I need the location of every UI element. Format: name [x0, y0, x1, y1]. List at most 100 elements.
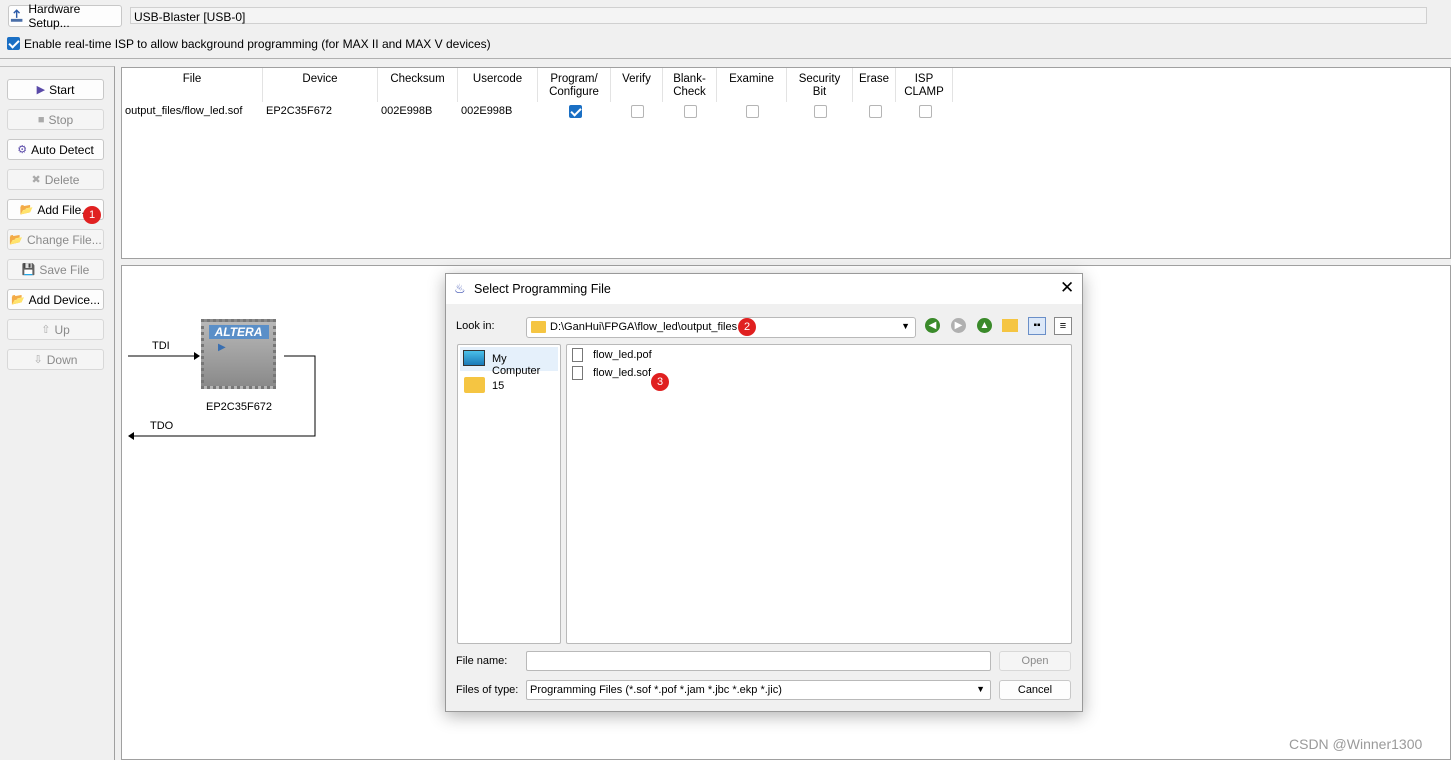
- cell-checksum: 002E998B: [381, 105, 433, 117]
- hardware-setup-label: Hardware Setup...: [28, 2, 81, 30]
- file-name-input[interactable]: [526, 651, 991, 671]
- dialog-titlebar: ♨ Select Programming File ✕: [446, 274, 1082, 304]
- file-name: flow_led.sof: [593, 367, 652, 379]
- file-icon: [572, 366, 583, 380]
- watermark: CSDN @Winner1300: [1289, 736, 1423, 752]
- save-file-icon: 💾: [21, 264, 36, 276]
- side-panel: ▶ Start ■ Stop ⚙ Auto Detect ✖ Delete 📂 Add File.…: [0, 66, 115, 760]
- tdi-label: TDI: [152, 340, 170, 352]
- hardware-icon: [10, 9, 23, 22]
- isp-checkbox-label: Enable real-time ISP to allow background…: [24, 37, 491, 51]
- button-label: Stop: [48, 112, 74, 127]
- list-view-icon[interactable]: ▪▪: [1028, 317, 1046, 335]
- file-item[interactable]: flow_led.pof: [572, 348, 672, 364]
- back-icon[interactable]: ◀: [925, 318, 940, 333]
- cell-usercode: 002E998B: [461, 105, 513, 117]
- altera-logo: ALTERA: [208, 325, 269, 339]
- tdo-label: TDO: [150, 420, 174, 432]
- stop-button[interactable]: ■ Stop: [7, 109, 104, 130]
- device-table: File Device Checksum Usercode Program/ Confi…: [121, 67, 1451, 259]
- option-checkbox[interactable]: [684, 105, 697, 118]
- up-folder-icon[interactable]: ▲: [977, 318, 992, 333]
- look-in-combo[interactable]: D:\GanHui\FPGA\flow_led\output_files ▼: [526, 317, 916, 338]
- place-my-computer[interactable]: My Computer: [460, 347, 558, 377]
- column-header[interactable]: Program/ Configure: [538, 68, 611, 102]
- select-file-dialog: ♨ Select Programming File ✕ Look in: D:\…: [445, 273, 1083, 712]
- hardware-field: USB-Blaster [USB-0]: [130, 7, 1427, 24]
- play-icon: ▶: [36, 84, 46, 96]
- delete-button[interactable]: ✖ Delete: [7, 169, 104, 190]
- files-of-type-label: Files of type:: [456, 684, 519, 696]
- button-label: Start: [49, 82, 75, 97]
- add-file-icon: 📂: [19, 204, 34, 216]
- chevron-down-icon: ▼: [901, 321, 910, 331]
- column-header[interactable]: Usercode: [458, 68, 538, 102]
- place-label: 15: [492, 380, 505, 392]
- hardware-setup-button[interactable]: Hardware Setup...: [8, 2, 122, 30]
- column-header[interactable]: Examine: [717, 68, 787, 102]
- folder-icon: [531, 321, 546, 333]
- table-row[interactable]: output_files/flow_led.sof EP2C35F672 002E9…: [122, 103, 1450, 121]
- change-file-icon: 📂: [9, 234, 23, 246]
- column-header[interactable]: ISP CLAMP: [896, 68, 953, 102]
- isp-checkbox[interactable]: [7, 37, 20, 50]
- monitor-icon: [463, 350, 485, 366]
- folder-icon: [464, 377, 485, 393]
- down-icon: ⇩: [33, 354, 43, 366]
- column-header[interactable]: Checksum: [378, 68, 458, 102]
- option-checkbox[interactable]: [814, 105, 827, 118]
- files-of-type-select[interactable]: Programming Files (*.sof *.pof *.jam *.j…: [526, 680, 991, 700]
- column-header[interactable]: Verify: [611, 68, 663, 102]
- auto-detect-button[interactable]: ⚙ Auto Detect: [7, 139, 104, 160]
- option-checkbox[interactable]: [918, 105, 932, 118]
- option-checkbox[interactable]: [568, 105, 582, 118]
- chevron-down-icon: ▼: [976, 684, 985, 694]
- button-label: Auto Detect: [31, 142, 94, 157]
- places-pane: My Computer 15: [457, 344, 561, 644]
- quartus-icon: ♨: [454, 281, 466, 296]
- button-label: Add Device...: [28, 292, 101, 307]
- column-header[interactable]: File: [122, 68, 263, 102]
- play-button[interactable]: ▶ Start: [7, 79, 104, 100]
- file-list: flow_led.pof flow_led.sof 3: [566, 344, 1072, 644]
- column-header[interactable]: Erase: [853, 68, 896, 102]
- column-header[interactable]: Device: [263, 68, 378, 102]
- up-button[interactable]: ⇧ Up: [7, 319, 104, 340]
- annotation-badge: 2: [738, 318, 756, 336]
- place-label: My Computer: [492, 353, 541, 377]
- column-header[interactable]: Security Bit: [787, 68, 853, 102]
- save-file-button[interactable]: 💾 Save File: [7, 259, 104, 280]
- delete-icon: ✖: [31, 174, 41, 186]
- option-checkbox[interactable]: [631, 105, 644, 118]
- button-label: Save File: [39, 262, 90, 277]
- place-folder-15[interactable]: 15: [460, 375, 558, 397]
- add-device-icon: 📂: [10, 294, 25, 306]
- up-icon: ⇧: [41, 324, 51, 336]
- option-checkbox[interactable]: [746, 105, 759, 118]
- file-icon: [572, 348, 583, 362]
- button-label: Down: [46, 352, 78, 367]
- annotation-badge: 3: [651, 373, 669, 391]
- add-device-button[interactable]: 📂 Add Device...: [7, 289, 104, 310]
- annotation-badge: 1: [83, 206, 101, 224]
- look-in-label: Look in:: [456, 320, 495, 332]
- option-checkbox[interactable]: [868, 105, 882, 118]
- open-button[interactable]: Open: [999, 651, 1071, 671]
- divider: [0, 58, 1451, 59]
- down-button[interactable]: ⇩ Down: [7, 349, 104, 370]
- new-folder-icon[interactable]: [1002, 319, 1018, 332]
- change-file-button[interactable]: 📂 Change File...: [7, 229, 104, 250]
- close-icon[interactable]: ✕: [1060, 278, 1074, 298]
- cell-device: EP2C35F672: [266, 105, 333, 117]
- column-header[interactable]: Blank- Check: [663, 68, 717, 102]
- detail-view-icon[interactable]: ≡: [1054, 317, 1072, 335]
- file-name-label: File name:: [456, 655, 508, 667]
- dialog-title: Select Programming File: [474, 282, 611, 296]
- chip-icon[interactable]: ALTERA ▶: [201, 319, 276, 389]
- button-label: Change File...: [26, 232, 102, 247]
- file-name: flow_led.pof: [593, 349, 652, 361]
- look-in-value: D:\GanHui\FPGA\flow_led\output_files: [550, 321, 738, 333]
- cancel-button[interactable]: Cancel: [999, 680, 1071, 700]
- forward-icon[interactable]: ▶: [951, 318, 966, 333]
- auto-detect-icon: ⚙: [17, 144, 28, 156]
